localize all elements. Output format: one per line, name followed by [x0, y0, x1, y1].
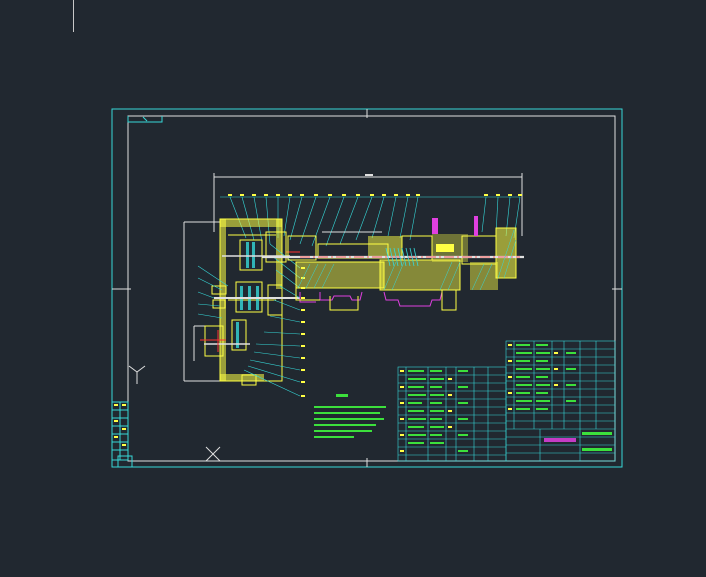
left-binding-table: [111, 401, 133, 468]
gear-hatching: [236, 242, 259, 348]
ucs-axis-icon: [128, 365, 146, 384]
parts-list-text: [408, 370, 468, 452]
technical-requirements: [314, 394, 386, 438]
parts-list-table: [397, 366, 507, 462]
parts-list-numbers: [400, 370, 452, 452]
balloon-numbers-top: [228, 194, 522, 196]
hidden-guideway: [299, 291, 443, 307]
code-tag-mark: [142, 116, 148, 122]
title-block-numbers: [508, 344, 558, 410]
cad-viewport[interactable]: [0, 0, 706, 573]
title-block-drawing-name: [544, 438, 576, 442]
text-cursor: [73, 0, 74, 32]
tech-req-heading-mark: [336, 394, 348, 397]
left-dimensions: [183, 221, 220, 382]
drawing-canvas[interactable]: [0, 0, 706, 573]
crosshair-icon: [205, 446, 221, 462]
overall-dimension-text: [365, 174, 373, 176]
